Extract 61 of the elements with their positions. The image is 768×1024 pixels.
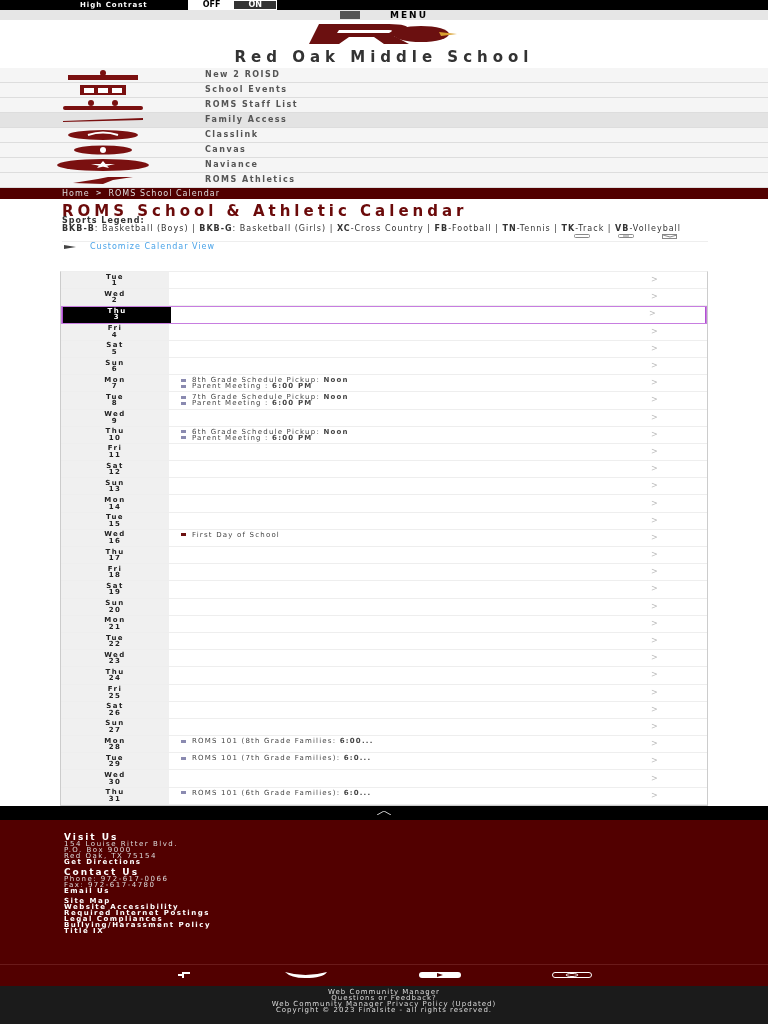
canvas-circle-icon xyxy=(72,145,133,155)
row-arrow: > xyxy=(651,688,659,697)
nav-item[interactable]: ROMS Staff List xyxy=(0,98,768,113)
legend-label: Sports Legend: xyxy=(62,217,146,225)
breadcrumb-link[interactable]: ROMS School Calendar xyxy=(108,189,220,198)
row-arrow: > xyxy=(651,396,659,405)
link-swirl-icon xyxy=(67,130,138,140)
nav-item[interactable]: Naviance xyxy=(0,158,768,173)
row-arrow: > xyxy=(651,293,659,302)
row-arrow: > xyxy=(651,430,659,439)
nav-item[interactable]: Classlink xyxy=(0,128,768,143)
list-view-icon[interactable] xyxy=(574,234,590,238)
menu-button[interactable]: MENU xyxy=(340,10,428,20)
row-arrow: > xyxy=(651,327,659,336)
nav-item[interactable]: ROMS Athletics xyxy=(0,173,768,188)
row-arrow: > xyxy=(651,654,659,663)
row-arrow: > xyxy=(651,551,659,560)
row-arrow: > xyxy=(651,413,659,422)
row-arrow: > xyxy=(651,637,659,646)
breadcrumb-link[interactable]: Home xyxy=(62,189,90,198)
toggle-option[interactable]: OFF xyxy=(188,1,235,9)
row-arrow: > xyxy=(651,465,659,474)
chevron-up-icon[interactable] xyxy=(377,810,391,815)
row-arrow: > xyxy=(651,722,659,731)
row-arrow: > xyxy=(651,482,659,491)
expand-arrow-icon[interactable] xyxy=(64,245,76,249)
school-name: Red Oak Middle School xyxy=(233,50,535,65)
row-arrow: > xyxy=(651,516,659,525)
nav-item[interactable]: School Events xyxy=(0,83,768,98)
row-arrow: > xyxy=(651,276,659,285)
row-arrow: > xyxy=(651,533,659,542)
youtube-play-icon[interactable] xyxy=(418,972,461,979)
footer-heading: Visit Us xyxy=(64,832,120,841)
envelope-icon[interactable] xyxy=(662,234,678,239)
row-arrow: > xyxy=(651,499,659,508)
row-arrow: > xyxy=(651,705,659,714)
row-arrow: > xyxy=(651,671,659,680)
row-arrow: > xyxy=(651,379,659,388)
print-icon[interactable] xyxy=(618,234,634,238)
people-icon xyxy=(62,100,143,110)
menu-icon xyxy=(340,11,360,19)
row-arrow: > xyxy=(651,740,659,749)
calendar-icon xyxy=(79,85,126,95)
nav-item[interactable]: Canvas xyxy=(0,143,768,158)
footer-heading: Contact Us xyxy=(64,867,139,876)
nav-item[interactable]: New 2 ROISD xyxy=(0,68,768,83)
instagram-camera-icon[interactable] xyxy=(552,972,593,979)
row-arrow: > xyxy=(649,310,657,319)
row-arrow: > xyxy=(651,585,659,594)
row-arrow: > xyxy=(651,362,659,371)
nav-item[interactable]: Family Access xyxy=(0,113,768,128)
row-arrow: > xyxy=(651,568,659,577)
row-arrow: > xyxy=(651,447,659,456)
row-arrow: > xyxy=(651,791,659,800)
row-arrow: > xyxy=(651,619,659,628)
legend-text: BKB-B: Basketball (Boys) | BKB-G: Basketball (Girls) | XC-Cross Country | FB-Football | TN-Tennis | TK-Track | VB-Volleyball xyxy=(62,225,683,232)
row-arrow: > xyxy=(651,344,659,353)
row-arrow: > xyxy=(651,774,659,783)
page-title: ROMS School & Athletic Calendar xyxy=(62,205,469,217)
row-arrow: > xyxy=(651,757,659,766)
row-arrow: > xyxy=(651,602,659,611)
